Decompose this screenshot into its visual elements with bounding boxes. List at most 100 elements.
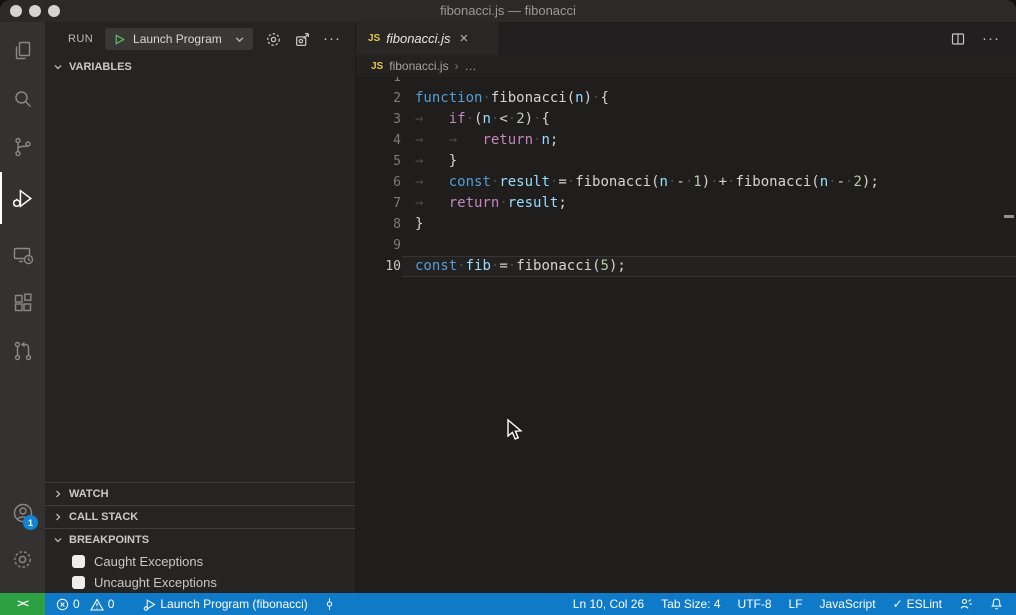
code-text[interactable]: function·fibonacci(n)·{ bbox=[411, 88, 609, 109]
whitespace-tab-icon: → bbox=[449, 132, 483, 148]
breakpoint-label: Uncaught Exceptions bbox=[94, 575, 217, 590]
javascript-file-icon: JS bbox=[371, 61, 383, 72]
code-token: n bbox=[541, 132, 549, 148]
more-actions-icon[interactable]: ··· bbox=[323, 34, 341, 44]
line-number[interactable]: 2 bbox=[356, 88, 411, 109]
line-number[interactable]: 9 bbox=[356, 235, 411, 256]
sidebar-item-explorer[interactable] bbox=[0, 28, 45, 74]
code-line[interactable]: 5→ } bbox=[356, 151, 1016, 172]
line-number[interactable]: 4 bbox=[356, 130, 411, 151]
line-number[interactable]: 1 bbox=[356, 77, 411, 88]
breakpoint-row[interactable]: Caught Exceptions bbox=[45, 551, 355, 572]
tab-fibonacci-js[interactable]: JS fibonacci.js × bbox=[356, 22, 498, 55]
code-token: function bbox=[415, 90, 482, 106]
breakpoint-row[interactable]: Uncaught Exceptions bbox=[45, 572, 355, 593]
section-call-stack[interactable]: CALL STACK bbox=[45, 505, 355, 528]
code-text[interactable] bbox=[411, 235, 415, 256]
sidebar-item-search[interactable] bbox=[0, 76, 45, 122]
launch-config-dropdown[interactable]: Launch Program bbox=[105, 28, 253, 50]
sidebar-item-github-pull-requests[interactable] bbox=[0, 328, 45, 374]
code-text[interactable]: → const·result·=·fibonacci(n·-·1)·+·fibo… bbox=[411, 172, 879, 193]
debug-toolbar: RUN Launch Program bbox=[45, 22, 355, 56]
code-editor[interactable]: 12function·fibonacci(n)·{3→ if·(n·<·2)·{… bbox=[356, 77, 1016, 593]
code-text[interactable]: → return·result; bbox=[411, 193, 567, 214]
code-token: n bbox=[575, 90, 583, 106]
section-breakpoints[interactable]: BREAKPOINTS bbox=[45, 528, 355, 551]
code-line[interactable]: 1 bbox=[356, 77, 1016, 88]
remote-explorer-icon bbox=[11, 243, 35, 267]
code-text[interactable]: → if·(n·<·2)·{ bbox=[411, 109, 550, 130]
code-line[interactable]: 10const·fib·=·fibonacci(5); bbox=[356, 256, 1016, 277]
tab-bar: JS fibonacci.js × ··· bbox=[356, 22, 1016, 55]
code-token: 5 bbox=[601, 258, 609, 274]
activity-bar: 1 bbox=[0, 22, 45, 593]
sidebar-item-remote-explorer[interactable] bbox=[0, 232, 45, 278]
encoding[interactable]: UTF-8 bbox=[738, 597, 772, 611]
feedback-icon[interactable] bbox=[959, 597, 973, 611]
sidebar-item-extensions[interactable] bbox=[0, 280, 45, 326]
configure-gear-icon[interactable] bbox=[265, 31, 282, 48]
accounts-button[interactable]: 1 bbox=[0, 490, 45, 536]
whitespace-tab-icon: → bbox=[415, 195, 449, 211]
code-line[interactable]: 3→ if·(n·<·2)·{ bbox=[356, 109, 1016, 130]
breadcrumb-file[interactable]: fibonacci.js bbox=[389, 59, 448, 73]
line-number[interactable]: 8 bbox=[356, 214, 411, 235]
cursor-position[interactable]: Ln 10, Col 26 bbox=[573, 597, 644, 611]
section-watch[interactable]: WATCH bbox=[45, 482, 355, 505]
code-line[interactable]: 8} bbox=[356, 214, 1016, 235]
line-number[interactable]: 7 bbox=[356, 193, 411, 214]
code-token: fib bbox=[466, 258, 491, 274]
close-tab-icon[interactable]: × bbox=[460, 30, 469, 47]
section-label: CALL STACK bbox=[69, 511, 138, 523]
code-text[interactable] bbox=[411, 77, 415, 88]
chevron-right-icon bbox=[53, 512, 63, 522]
line-number[interactable]: 3 bbox=[356, 109, 411, 130]
bell-icon[interactable] bbox=[990, 597, 1003, 611]
code-line[interactable]: 7→ return·result; bbox=[356, 193, 1016, 214]
code-text[interactable]: → } bbox=[411, 151, 457, 172]
code-token: } bbox=[415, 216, 423, 232]
more-actions-icon[interactable]: ··· bbox=[982, 34, 1000, 44]
split-editor-icon[interactable] bbox=[950, 31, 966, 47]
whitespace-dot-icon: · bbox=[482, 90, 490, 106]
breadcrumb-more[interactable]: … bbox=[465, 59, 477, 73]
code-line[interactable]: 2function·fibonacci(n)·{ bbox=[356, 88, 1016, 109]
whitespace-dot-icon: · bbox=[828, 174, 836, 190]
whitespace-tab-icon: → bbox=[415, 153, 449, 169]
sidebar-item-run-and-debug[interactable] bbox=[0, 172, 45, 224]
language-mode[interactable]: JavaScript bbox=[820, 597, 876, 611]
whitespace-dot-icon: · bbox=[457, 258, 465, 274]
code-line[interactable]: 6→ const·result·=·fibonacci(n·-·1)·+·fib… bbox=[356, 172, 1016, 193]
problems-indicator[interactable]: 0 0 bbox=[56, 597, 114, 611]
whitespace-dot-icon: · bbox=[567, 174, 575, 190]
indentation[interactable]: Tab Size: 4 bbox=[661, 597, 720, 611]
code-text[interactable]: } bbox=[411, 214, 423, 235]
remote-indicator[interactable]: >< bbox=[0, 593, 45, 615]
gear-icon bbox=[11, 548, 34, 571]
ports-indicator[interactable] bbox=[323, 597, 336, 611]
code-line[interactable]: 9 bbox=[356, 235, 1016, 256]
debug-play-icon bbox=[143, 598, 156, 611]
start-debug-icon[interactable] bbox=[113, 33, 126, 46]
code-text[interactable]: → → return·n; bbox=[411, 130, 558, 151]
checkbox[interactable] bbox=[72, 555, 85, 568]
section-variables[interactable]: VARIABLES bbox=[45, 56, 355, 78]
debug-status[interactable]: Launch Program (fibonacci) bbox=[143, 597, 307, 611]
line-number[interactable]: 6 bbox=[356, 172, 411, 193]
breadcrumb[interactable]: JS fibonacci.js › … bbox=[356, 55, 1016, 77]
titlebar: fibonacci.js — fibonacci bbox=[0, 0, 1016, 22]
code-token: ) bbox=[702, 174, 710, 190]
eol-sequence[interactable]: LF bbox=[789, 597, 803, 611]
code-lines: 12function·fibonacci(n)·{3→ if·(n·<·2)·{… bbox=[356, 77, 1016, 277]
checkbox[interactable] bbox=[72, 576, 85, 589]
debug-console-icon[interactable] bbox=[294, 31, 311, 48]
linter-status[interactable]: ✓ ESLint bbox=[893, 597, 942, 611]
sidebar-item-source-control[interactable] bbox=[0, 124, 45, 170]
code-text[interactable]: const·fib·=·fibonacci(5); bbox=[411, 256, 626, 277]
line-number[interactable]: 5 bbox=[356, 151, 411, 172]
settings-button[interactable] bbox=[0, 536, 45, 582]
code-token: 2 bbox=[516, 111, 524, 127]
breakpoint-label: Caught Exceptions bbox=[94, 554, 203, 569]
launch-config-label: Launch Program bbox=[133, 32, 222, 46]
code-line[interactable]: 4→ → return·n; bbox=[356, 130, 1016, 151]
